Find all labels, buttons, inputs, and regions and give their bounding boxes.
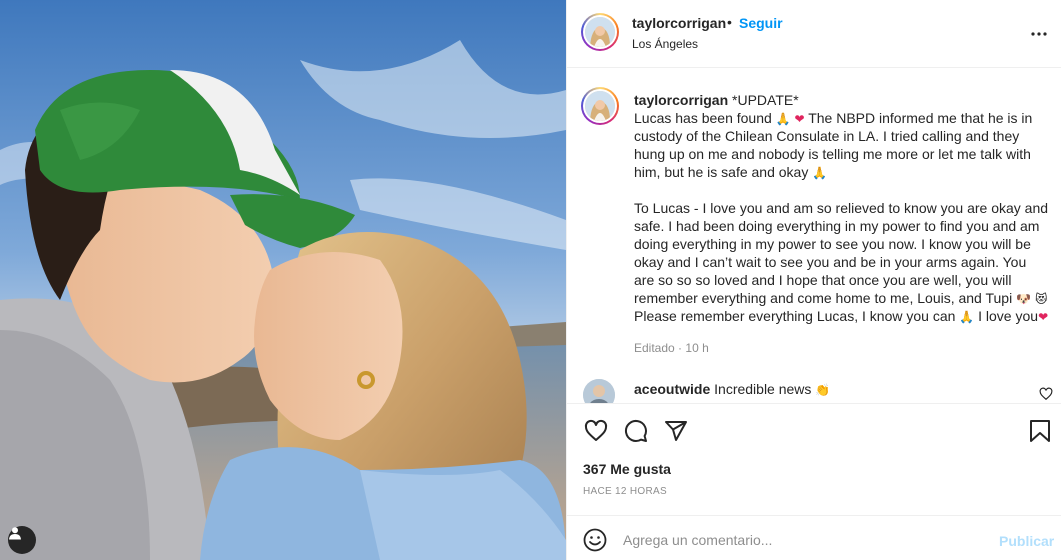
red-heart-emoji: ❤ (1038, 310, 1049, 324)
like-button[interactable] (583, 418, 609, 444)
post-photo[interactable] (0, 0, 566, 560)
post-timestamp[interactable]: HACE 12 HORAS (583, 486, 667, 497)
caption-title: *UPDATE* (732, 92, 799, 108)
caption-p1-a: Lucas has been found (634, 110, 772, 126)
smiley-icon (583, 528, 607, 552)
post-location[interactable]: Los Ángeles (632, 37, 698, 51)
comment-text: aceoutwide Incredible news 👏 (634, 381, 830, 397)
post-panel: taylorcorrigan • Seguir Los Ángeles tayl… (566, 0, 1061, 560)
meta-separator: · (678, 341, 683, 355)
comments-section: taylorcorrigan *UPDATE* Lucas has been f… (567, 69, 1061, 403)
caption-avatar[interactable] (581, 87, 619, 125)
praying-emoji: 🙏 (775, 112, 791, 126)
add-comment-form: Publicar (567, 515, 1061, 560)
user-icon (9, 527, 21, 540)
likes-count[interactable]: 367 Me gusta (583, 461, 671, 477)
heart-icon (1039, 387, 1053, 401)
commenter-username[interactable]: aceoutwide (634, 381, 710, 397)
post-caption: taylorcorrigan *UPDATE* Lucas has been f… (634, 91, 1049, 325)
share-icon (665, 421, 687, 441)
comment-item: aceoutwide Incredible news 👏 (567, 375, 1061, 403)
comment-like-button[interactable] (1039, 387, 1053, 401)
more-options-button[interactable] (1027, 22, 1051, 46)
praying-emoji: 🙏 (959, 310, 975, 324)
comment-icon (624, 419, 647, 442)
praying-emoji: 🙏 (812, 166, 828, 180)
photo-illustration (0, 0, 566, 560)
commenter-avatar[interactable] (583, 379, 615, 403)
clapping-emoji: 👏 (815, 383, 831, 397)
post-actions: 367 Me gusta HACE 12 HORAS (567, 403, 1061, 515)
caption-avatar-image (585, 91, 615, 121)
publish-button[interactable]: Publicar (999, 533, 1054, 549)
header-separator: • (727, 14, 732, 30)
share-button[interactable] (663, 418, 689, 444)
bookmark-icon (1030, 420, 1050, 442)
edited-label: Editado (634, 341, 675, 355)
tagged-users-button[interactable] (8, 526, 36, 554)
comment-input[interactable] (623, 526, 983, 554)
cat-emoji: 😻 (1034, 292, 1048, 306)
follow-button[interactable]: Seguir (739, 15, 783, 31)
dog-emoji: 🐶 (1016, 292, 1032, 306)
caption-meta: Editado · 10 h (634, 341, 709, 355)
more-horizontal-icon (1031, 32, 1047, 36)
caption-p2-a: To Lucas - I love you and am so relieved… (634, 200, 1049, 306)
save-button[interactable] (1027, 418, 1053, 444)
caption-p2-b: Please remember everything Lucas, I know… (634, 308, 956, 324)
author-avatar-image (585, 17, 615, 47)
caption-username[interactable]: taylorcorrigan (634, 92, 728, 108)
red-heart-emoji: ❤ (794, 112, 805, 126)
author-username[interactable]: taylorcorrigan (632, 15, 726, 31)
heart-icon (584, 419, 608, 441)
comment-body: Incredible news (714, 381, 812, 397)
emoji-picker-button[interactable] (583, 528, 607, 552)
post-header: taylorcorrigan • Seguir Los Ángeles (567, 0, 1061, 68)
comment-button[interactable] (623, 418, 649, 444)
caption-p2-c: I love you (978, 308, 1039, 324)
author-avatar[interactable] (581, 13, 619, 51)
caption-age: 10 h (685, 341, 709, 355)
